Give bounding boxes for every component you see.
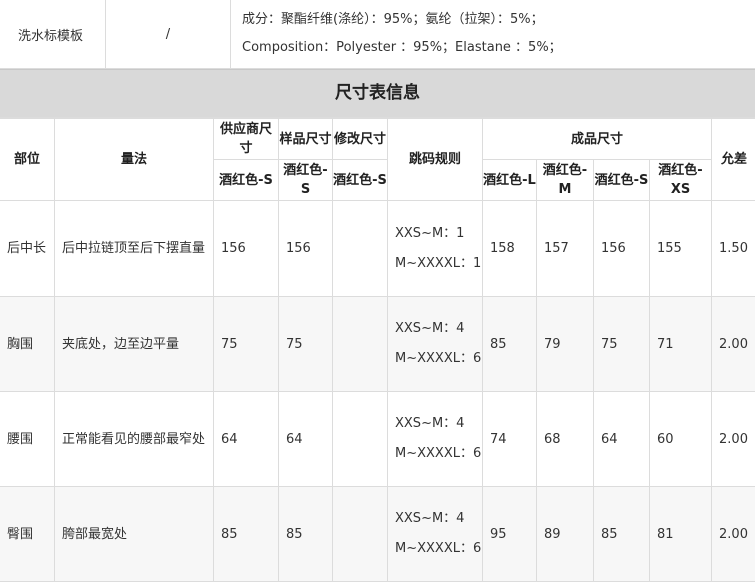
- revised-size-cell: [332, 296, 388, 392]
- method-cell: 后中拉链顶至后下摆直量: [54, 200, 214, 297]
- header-tolerance: 允差: [711, 118, 755, 201]
- finished-S-cell: 85: [593, 486, 650, 582]
- sample-size-cell: 156: [278, 200, 333, 297]
- finished-XS-cell: 60: [648, 391, 713, 487]
- grading-rule-cell: XXS~M：4 M~XXXXL：6: [387, 391, 483, 487]
- finished-S-cell: 156: [593, 200, 650, 297]
- header-sample-color: 酒红色-S: [278, 159, 333, 201]
- part-cell: 臀围: [0, 486, 55, 582]
- method-cell: 胯部最宽处: [54, 486, 214, 582]
- part-cell: 胸围: [0, 296, 55, 392]
- supplier-size-cell: 156: [213, 200, 279, 297]
- finished-M-cell: 89: [536, 486, 594, 582]
- tolerance-cell: 1.50: [711, 200, 755, 297]
- finished-L-cell: 85: [482, 296, 537, 392]
- header-supplier-color: 酒红色-S: [213, 159, 279, 201]
- header-part: 部位: [0, 118, 55, 201]
- header-method: 量法: [54, 118, 214, 201]
- sample-size-cell: 64: [278, 391, 333, 487]
- header-finished-size: 成品尺寸: [481, 118, 713, 160]
- finished-S-cell: 64: [593, 391, 650, 487]
- grading-rule-line: XXS~M：4: [395, 511, 465, 526]
- table-row: 胸围 夹底处，边至边平量 75 75 XXS~M：4 M~XXXXL：6 85 …: [0, 296, 755, 392]
- method-cell: 正常能看见的腰部最窄处: [54, 391, 214, 487]
- header-finished-XS: 酒红色-XS: [648, 159, 713, 201]
- revised-size-cell: [332, 486, 388, 582]
- finished-S-cell: 75: [593, 296, 650, 392]
- header-sample-size: 样品尺寸: [278, 118, 333, 160]
- table-row: 腰围 正常能看见的腰部最窄处 64 64 XXS~M：4 M~XXXXL：6 7…: [0, 391, 755, 487]
- grading-rule-cell: XXS~M：1 M~XXXXL：1: [387, 200, 483, 297]
- tolerance-cell: 2.00: [711, 296, 755, 392]
- grading-rule-line: XXS~M：4: [395, 416, 465, 431]
- finished-M-cell: 79: [536, 296, 594, 392]
- finished-XS-cell: 81: [648, 486, 713, 582]
- header-supplier-size: 供应商尺寸: [213, 118, 279, 160]
- finished-L-cell: 74: [482, 391, 537, 487]
- size-table-title: 尺寸表信息: [0, 69, 755, 118]
- grading-rule-cell: XXS~M：4 M~XXXXL：6: [387, 486, 483, 582]
- part-cell: 后中长: [0, 200, 55, 297]
- part-cell: 腰围: [0, 391, 55, 487]
- composition-cn: 成分：聚酯纤维(涤纶）：95%；氨纶（拉架）：5%；: [242, 12, 544, 27]
- method-cell: 夹底处，边至边平量: [54, 296, 214, 392]
- header-revised-size: 修改尺寸: [332, 118, 388, 160]
- header-revised-color: 酒红色-S: [332, 159, 388, 201]
- finished-M-cell: 68: [536, 391, 594, 487]
- table-row: 臀围 胯部最宽处 85 85 XXS~M：4 M~XXXXL：6 95 89 8…: [0, 486, 755, 582]
- grading-rule-line: M~XXXXL：6: [395, 446, 482, 461]
- header-grading-rule: 跳码规则: [387, 118, 483, 201]
- tolerance-cell: 2.00: [711, 486, 755, 582]
- revised-size-cell: [332, 200, 388, 297]
- finished-XS-cell: 71: [648, 296, 713, 392]
- header-finished-L: 酒红色-L: [482, 159, 537, 201]
- wash-label-table: 洗水标模板 / 成分：聚酯纤维(涤纶）：95%；氨纶（拉架）：5%； Compo…: [0, 0, 755, 69]
- header-finished-M: 酒红色-M: [536, 159, 594, 201]
- grading-rule-cell: XXS~M：4 M~XXXXL：6: [387, 296, 483, 392]
- composition-en: Composition：Polyester ：95%；Elastane ：5%；: [242, 40, 562, 55]
- grading-rule-line: M~XXXXL：6: [395, 351, 482, 366]
- grading-rule-line: M~XXXXL：6: [395, 541, 482, 556]
- wash-label-value: /: [105, 0, 231, 69]
- revised-size-cell: [332, 391, 388, 487]
- grading-rule-line: XXS~M：4: [395, 321, 465, 336]
- supplier-size-cell: 64: [213, 391, 279, 487]
- finished-L-cell: 158: [482, 200, 537, 297]
- table-row: 后中长 后中拉链顶至后下摆直量 156 156 XXS~M：1 M~XXXXL：…: [0, 200, 755, 297]
- finished-XS-cell: 155: [648, 200, 713, 297]
- sample-size-cell: 85: [278, 486, 333, 582]
- sample-size-cell: 75: [278, 296, 333, 392]
- grading-rule-line: XXS~M：1: [395, 225, 465, 241]
- tolerance-cell: 2.00: [711, 391, 755, 487]
- composition-cell: 成分：聚酯纤维(涤纶）：95%；氨纶（拉架）：5%； Composition：P…: [230, 0, 755, 69]
- size-table: 部位 量法 供应商尺寸 样品尺寸 修改尺寸 跳码规则 成品尺寸 允差 酒红色-S…: [0, 118, 755, 582]
- header-finished-S: 酒红色-S: [593, 159, 650, 201]
- wash-label-title: 洗水标模板: [0, 0, 106, 69]
- supplier-size-cell: 85: [213, 486, 279, 582]
- grading-rule-line: M~XXXXL：1: [395, 255, 482, 271]
- finished-M-cell: 157: [536, 200, 594, 297]
- supplier-size-cell: 75: [213, 296, 279, 392]
- finished-L-cell: 95: [482, 486, 537, 582]
